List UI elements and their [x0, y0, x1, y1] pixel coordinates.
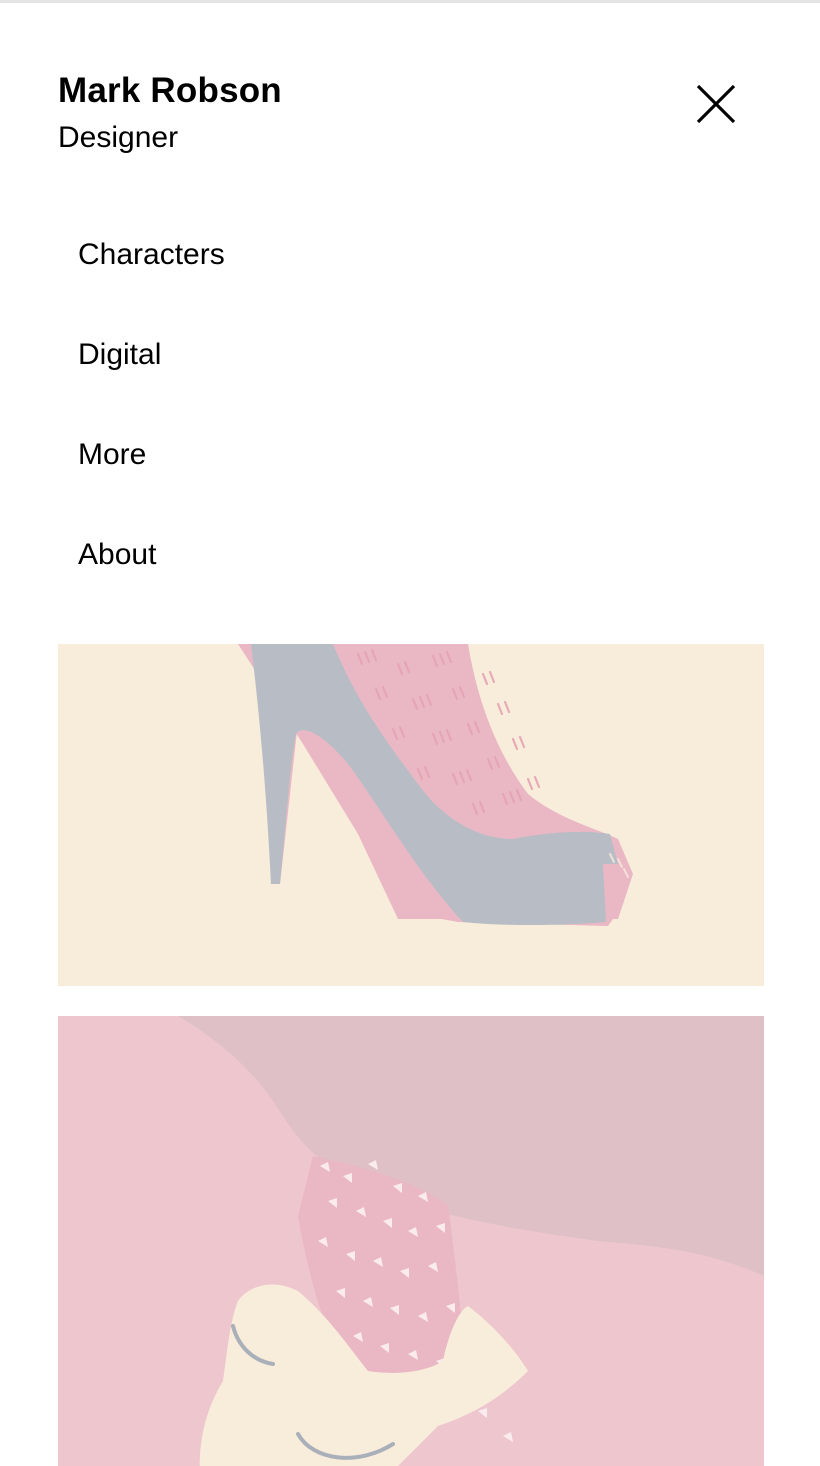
menu-overlay-page: Mark Robson Designer Characters Digital … — [0, 0, 820, 1466]
nav-item-digital[interactable]: Digital — [78, 330, 225, 380]
high-heel-illustration — [58, 644, 764, 986]
nav-item-about[interactable]: About — [78, 530, 225, 580]
nav-item-more[interactable]: More — [78, 430, 225, 480]
site-owner-name[interactable]: Mark Robson — [58, 70, 282, 112]
close-menu-button[interactable] — [690, 78, 742, 130]
gallery-image-loafer[interactable] — [58, 1016, 764, 1466]
close-icon — [696, 84, 736, 124]
site-owner-role: Designer — [58, 121, 179, 154]
site-brand[interactable]: Mark Robson Designer — [58, 70, 282, 158]
loafer-illustration — [58, 1016, 764, 1466]
top-divider — [0, 0, 820, 3]
nav-item-characters[interactable]: Characters — [78, 230, 225, 280]
main-navigation: Characters Digital More About — [78, 230, 225, 630]
gallery-image-high-heel[interactable] — [58, 644, 764, 986]
